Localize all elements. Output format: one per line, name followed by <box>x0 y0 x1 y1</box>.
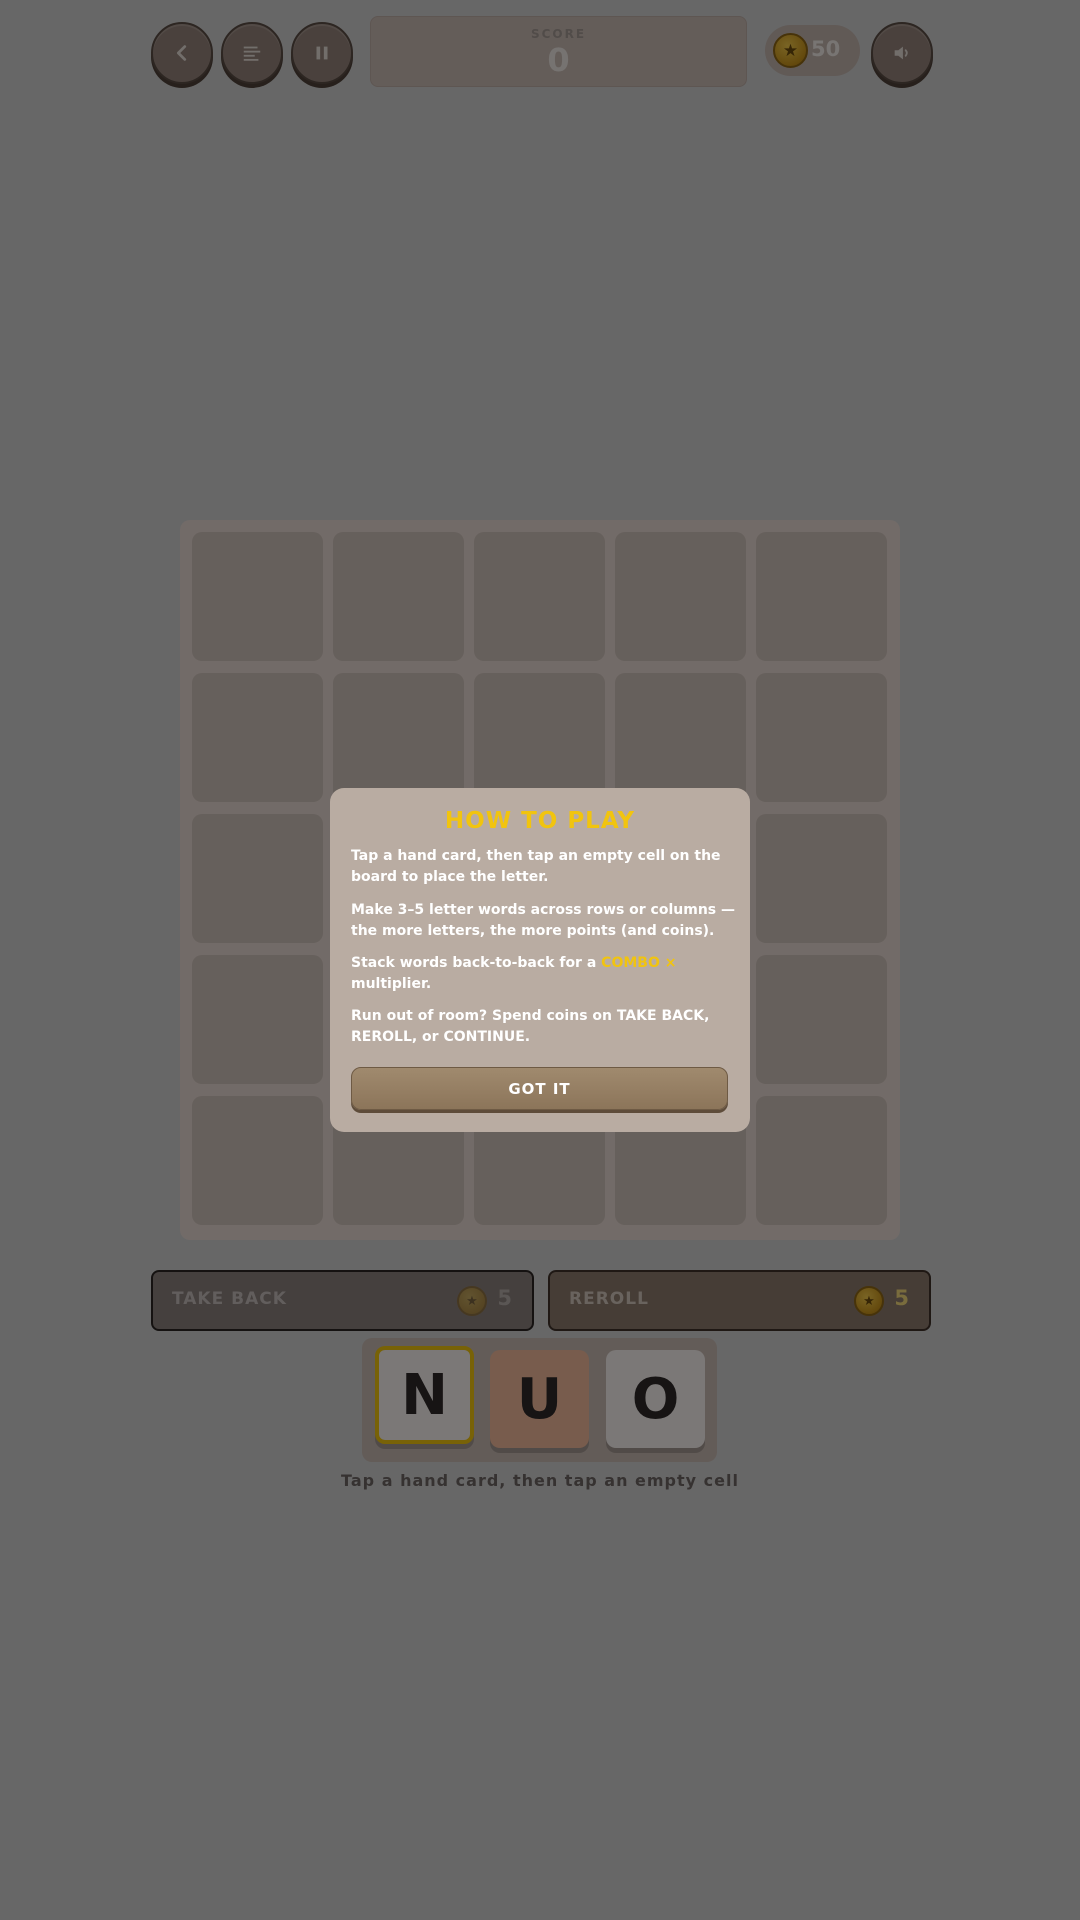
rule-combo-suffix: multiplier. <box>351 976 432 992</box>
rule-spend-coins: Run out of room? Spend coins on TAKE BAC… <box>351 1008 710 1045</box>
how-to-play-modal: HOW TO PLAY Tap a hand card, then tap an… <box>330 788 750 1132</box>
rule-combo: Stack words back-to-back for a COMBO × m… <box>351 953 735 995</box>
got-it-button[interactable]: GOT IT <box>351 1067 728 1110</box>
modal-title: HOW TO PLAY <box>444 808 636 834</box>
rule-make-words: Make 3–5 letter words across rows or col… <box>351 902 735 939</box>
combo-highlight: COMBO × <box>601 955 677 971</box>
rule-place-letter: Tap a hand card, then tap an empty cell … <box>351 848 721 885</box>
rule-combo-text: Stack words back-to-back for a <box>351 955 602 971</box>
